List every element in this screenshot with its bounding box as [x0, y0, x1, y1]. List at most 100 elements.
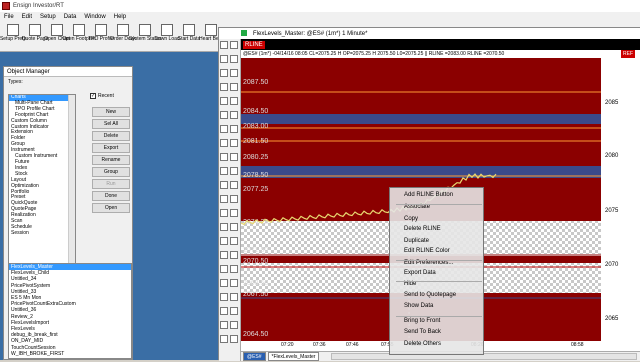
y-tick-label: 2080 [605, 153, 619, 159]
om-button-done[interactable]: Done [92, 191, 130, 201]
price-label: 2068.50 [243, 280, 268, 287]
drawing-tool-icon[interactable] [220, 209, 228, 217]
chart-window-titlebar: FlexLevels_Master: @ES# (1m*) 1 Minute* [219, 28, 640, 39]
context-menu-item[interactable]: Add RLINE Button [404, 192, 453, 198]
price-label: 2083.00 [243, 123, 268, 130]
drawing-tool-icon[interactable] [220, 111, 228, 119]
y-tick-label: 2085 [605, 100, 619, 106]
context-menu-item[interactable]: Send To Back [404, 329, 441, 335]
toolbar-button-3[interactable]: Open Footprint [62, 22, 96, 52]
ref-badge[interactable]: REF [621, 50, 635, 58]
drawing-tool-icon[interactable] [230, 181, 238, 189]
drawing-tool-icon[interactable] [230, 97, 238, 105]
drawing-tool-icon[interactable] [220, 41, 228, 49]
context-menu-item[interactable]: Copy [404, 216, 418, 222]
context-menu-item[interactable]: Export Data [404, 270, 436, 276]
drawing-tool-icon[interactable] [220, 307, 228, 315]
context-menu-separator [396, 204, 482, 205]
object-manager-window: Object Manager Types: Charts Multi-Pane C… [3, 66, 133, 360]
y-axis: 2085 2080 2075 2070 2065 [601, 58, 640, 341]
drawing-tool-icon[interactable] [230, 321, 238, 329]
drawing-tool-icon[interactable] [230, 111, 238, 119]
drawing-tool-icon[interactable] [230, 167, 238, 175]
chart-scrollbar[interactable] [331, 353, 637, 360]
drawing-tool-icon[interactable] [230, 41, 238, 49]
drawing-tool-icon[interactable] [220, 251, 228, 259]
drawing-tool-icon[interactable] [220, 125, 228, 133]
drawing-tool-icon[interactable] [230, 153, 238, 161]
drawing-tool-icon[interactable] [220, 237, 228, 245]
om-button-rename[interactable]: Rename [92, 155, 130, 165]
drawing-tool-icon[interactable] [220, 139, 228, 147]
drawing-tool-icon[interactable] [220, 181, 228, 189]
object-item[interactable]: W_IBH_BROKE_FIRST [9, 351, 131, 357]
drawing-tool-icon[interactable] [230, 139, 238, 147]
drawing-tool-icon[interactable] [220, 223, 228, 231]
drawing-tool-icon[interactable] [230, 335, 238, 343]
om-button-delete[interactable]: Delete [92, 131, 130, 141]
drawing-tool-icon[interactable] [220, 335, 228, 343]
menu-edit[interactable]: Edit [22, 14, 32, 20]
drawing-tool-icon[interactable] [220, 55, 228, 63]
menu-help[interactable]: Help [114, 14, 126, 20]
drawing-tool-icon[interactable] [220, 69, 228, 77]
drawing-tool-icon[interactable] [220, 167, 228, 175]
menu-data[interactable]: Data [64, 14, 77, 20]
drawing-tool-icon[interactable] [220, 279, 228, 287]
drawing-tool-icon[interactable] [220, 265, 228, 273]
menu-window[interactable]: Window [84, 14, 105, 20]
objects-list[interactable]: FlexLevels_Master FlexLevels_Child Untitle… [8, 263, 132, 359]
price-label: 2084.50 [243, 108, 268, 115]
om-button-open[interactable]: Open [92, 203, 130, 213]
x-tick-label: 07:20 [281, 342, 294, 348]
context-menu-separator [396, 260, 482, 261]
drawing-tool-icon[interactable] [230, 55, 238, 63]
drawing-tool-icon[interactable] [220, 293, 228, 301]
drawing-tool-icon[interactable] [230, 209, 238, 217]
drawing-tool-icon[interactable] [230, 307, 238, 315]
drawing-tool-icon[interactable] [220, 83, 228, 91]
type-item[interactable]: Session [9, 230, 75, 237]
context-menu-item[interactable]: Edit RLINE Color [404, 248, 450, 254]
drawing-tool-icon[interactable] [230, 237, 238, 245]
context-menu-item[interactable]: Send to Quotepage [404, 292, 456, 298]
toolbar-button-7[interactable]: Down Load [154, 22, 180, 52]
drawing-tool-icon[interactable] [230, 293, 238, 301]
drawing-tool-icon[interactable] [220, 97, 228, 105]
drawing-tool-icon[interactable] [230, 83, 238, 91]
context-menu-item[interactable]: Delete Others [404, 341, 441, 347]
context-menu-item[interactable]: Delete RLINE [404, 226, 441, 232]
drawing-tool-icon[interactable] [220, 195, 228, 203]
drawing-tool-icon[interactable] [230, 251, 238, 259]
drawing-tool-icon[interactable] [230, 125, 238, 133]
rline-tag[interactable]: RLINE [243, 41, 265, 49]
drawing-tool-icon[interactable] [230, 265, 238, 273]
drawing-tool-icon[interactable] [230, 195, 238, 203]
context-menu-item[interactable]: Show Data [404, 303, 433, 309]
drawing-tool-icon[interactable] [230, 223, 238, 231]
toolbar-button-1[interactable]: Quote Page [22, 22, 48, 52]
drawing-tool-icon[interactable] [230, 279, 238, 287]
drawing-tool-icon[interactable] [220, 153, 228, 161]
om-button-export[interactable]: Export [92, 143, 130, 153]
om-button-group[interactable]: Group [92, 167, 130, 177]
context-menu-separator [396, 281, 482, 282]
menu-file[interactable]: File [4, 14, 14, 20]
toolbar-button-6[interactable]: System Status [129, 22, 161, 52]
toolbar-button-4[interactable]: TPO Profile [88, 22, 114, 52]
drawing-tool-icon[interactable] [230, 69, 238, 77]
recent-checkbox[interactable]: ✓ Recent [90, 93, 114, 99]
toolbar-icon [51, 24, 63, 36]
toolbar-icon [205, 24, 217, 36]
toolbar-icon [95, 24, 107, 36]
om-button-sel-all[interactable]: Sel All [92, 119, 130, 129]
toolbar-label: Down Load [154, 36, 180, 42]
toolbar-button-8[interactable]: Start Data [178, 22, 200, 52]
x-tick-label: 07:46 [346, 342, 359, 348]
om-button-new[interactable]: New [92, 107, 130, 117]
drawing-tool-icon[interactable] [220, 321, 228, 329]
recent-check-icon[interactable]: ✓ [90, 93, 96, 99]
context-menu-item[interactable]: Duplicate [404, 238, 429, 244]
menu-setup[interactable]: Setup [40, 14, 56, 20]
context-menu-item[interactable]: Bring to Front [404, 318, 440, 324]
